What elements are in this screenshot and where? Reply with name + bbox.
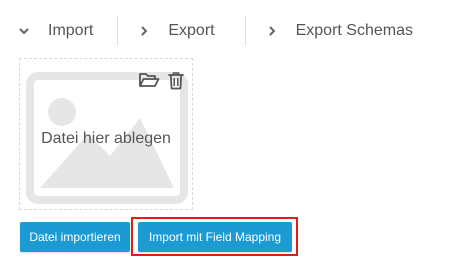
import-field-mapping-button[interactable]: Import mit Field Mapping xyxy=(138,222,292,252)
tab-import-label: Import xyxy=(48,22,94,39)
chevron-right-icon xyxy=(266,25,278,37)
tab-export-label: Export xyxy=(168,22,215,39)
dropzone-label: Datei hier ablegen xyxy=(41,130,171,147)
folder-open-icon[interactable] xyxy=(138,71,160,89)
import-file-button[interactable]: Datei importieren xyxy=(20,222,130,252)
tab-export-schemas[interactable]: Export Schemas xyxy=(246,16,413,46)
tab-export[interactable]: Export xyxy=(118,16,244,46)
chevron-right-icon xyxy=(138,25,150,37)
trash-icon[interactable] xyxy=(168,71,184,90)
chevron-down-icon xyxy=(18,25,30,37)
import-panel: Import Export Export Schemas Datei hier … xyxy=(0,0,453,271)
tab-bar: Import Export Export Schemas xyxy=(0,14,413,48)
file-dropzone[interactable]: Datei hier ablegen xyxy=(19,58,193,210)
tab-export-schemas-label: Export Schemas xyxy=(295,22,413,39)
tab-import[interactable]: Import xyxy=(0,16,117,46)
